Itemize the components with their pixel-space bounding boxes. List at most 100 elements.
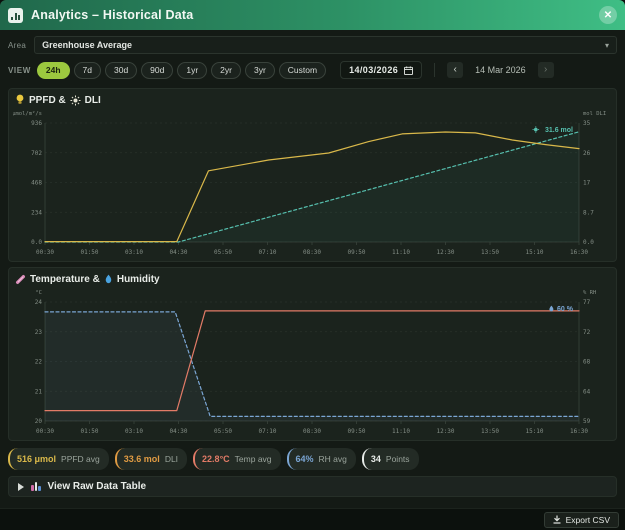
svg-text:16:30: 16:30	[570, 249, 588, 256]
next-day-button[interactable]: ›	[538, 62, 554, 78]
svg-text:08:30: 08:30	[303, 428, 321, 435]
svg-text:60 %: 60 %	[557, 306, 574, 313]
svg-text:68: 68	[583, 359, 591, 366]
svg-text:15:10: 15:10	[525, 249, 543, 256]
svg-text:00:30: 00:30	[36, 249, 54, 256]
temp-humidity-header: Temperature & Humidity	[13, 271, 612, 286]
view-range-24h[interactable]: 24h	[37, 62, 70, 79]
svg-text:09:50: 09:50	[347, 249, 365, 256]
svg-text:°C: °C	[35, 290, 42, 296]
svg-text:936: 936	[31, 120, 42, 127]
stat-value: 64%	[296, 454, 314, 464]
ppfd-dli-header: PPFD & DLI	[13, 92, 612, 107]
svg-text:59: 59	[583, 418, 591, 425]
ppfd-dli-chart: 9363570226468172348.70.00.0μmol/m²/smol …	[13, 107, 612, 259]
stat-dli: 33.6 mol DLI	[115, 448, 187, 470]
chevron-down-icon: ▾	[605, 41, 609, 50]
svg-text:05:50: 05:50	[214, 428, 232, 435]
svg-text:12:30: 12:30	[436, 249, 454, 256]
svg-text:31.6 mol: 31.6 mol	[545, 127, 573, 134]
svg-text:17: 17	[583, 180, 591, 187]
view-range-30d[interactable]: 30d	[105, 62, 137, 79]
svg-text:12:30: 12:30	[436, 428, 454, 435]
svg-text:11:10: 11:10	[392, 428, 410, 435]
modal-content: Area Greenhouse Average ▾ VIEW 24h7d30d9…	[0, 30, 625, 508]
svg-text:03:10: 03:10	[125, 428, 143, 435]
sun-icon	[70, 95, 81, 106]
stat-value: 22.8°C	[202, 454, 230, 464]
stat-value: 516 μmol	[17, 454, 56, 464]
view-controls: VIEW 24h7d30d90d1yr2yr3yrCustom 14/03/20…	[8, 60, 617, 80]
svg-text:26: 26	[583, 150, 591, 157]
svg-text:15:10: 15:10	[525, 428, 543, 435]
bar-chart-icon	[8, 8, 23, 23]
footer-bar: Export CSV	[0, 508, 625, 530]
thermometer-icon	[15, 274, 26, 285]
svg-text:35: 35	[583, 120, 591, 127]
view-raw-data-toggle[interactable]: View Raw Data Table	[8, 476, 617, 497]
stats-row: 516 μmol PPFD avg 33.6 mol DLI 22.8°CTemp av…	[8, 448, 617, 470]
svg-text:16:30: 16:30	[570, 428, 588, 435]
area-label: Area	[8, 41, 26, 50]
calendar-icon	[404, 66, 413, 75]
table-chart-icon	[31, 482, 41, 491]
stat-value: 34	[371, 454, 381, 464]
temp-humidity-chart: 24772372226821642059°C% RH00:3001:5003:1…	[13, 286, 612, 438]
stat-value: 33.6 mol	[124, 454, 160, 464]
prev-day-button[interactable]: ‹	[447, 62, 463, 78]
svg-text:07:10: 07:10	[258, 249, 276, 256]
window-title: Analytics – Historical Data	[31, 8, 193, 22]
svg-text:mol DLI: mol DLI	[583, 111, 606, 117]
svg-text:07:10: 07:10	[258, 428, 276, 435]
svg-text:00:30: 00:30	[36, 428, 54, 435]
temperature-title: Temperature &	[30, 274, 100, 285]
download-icon	[553, 515, 561, 524]
svg-text:20: 20	[35, 418, 43, 425]
ppfd-title: PPFD &	[29, 95, 66, 106]
droplet-icon	[104, 274, 113, 285]
svg-text:01:50: 01:50	[80, 428, 98, 435]
svg-text:05:50: 05:50	[214, 249, 232, 256]
expand-triangle-icon	[18, 483, 24, 491]
svg-text:72: 72	[583, 329, 591, 336]
svg-text:% RH: % RH	[583, 290, 596, 296]
svg-text:8.7: 8.7	[583, 209, 594, 216]
temp-humidity-panel: Temperature & Humidity 24772372226821642…	[8, 267, 617, 441]
svg-text:13:50: 13:50	[481, 249, 499, 256]
stat-temp-avg: 22.8°CTemp avg	[193, 448, 280, 470]
view-range-group: 24h7d30d90d1yr2yr3yrCustom	[37, 62, 326, 79]
svg-text:234: 234	[31, 209, 42, 216]
analytics-modal: Analytics – Historical Data ✕ Area Green…	[0, 0, 625, 530]
date-value: 14/03/2026	[349, 65, 398, 75]
svg-text:13:50: 13:50	[481, 428, 499, 435]
stat-label: DLI	[165, 454, 178, 464]
svg-text:64: 64	[583, 388, 591, 395]
view-range-2yr[interactable]: 2yr	[211, 62, 241, 79]
svg-text:03:10: 03:10	[125, 249, 143, 256]
title-bar: Analytics – Historical Data ✕	[0, 0, 625, 30]
svg-text:24: 24	[35, 299, 43, 306]
svg-text:21: 21	[35, 388, 43, 395]
export-csv-label: Export CSV	[566, 515, 610, 525]
view-range-1yr[interactable]: 1yr	[177, 62, 207, 79]
date-picker-input[interactable]: 14/03/2026	[340, 61, 422, 79]
stat-ppfd-avg: 516 μmol PPFD avg	[8, 448, 109, 470]
stat-label: RH avg	[319, 454, 347, 464]
stat-rh-avg: 64% RH avg	[287, 448, 356, 470]
view-range-3yr[interactable]: 3yr	[245, 62, 275, 79]
export-csv-button[interactable]: Export CSV	[544, 512, 619, 528]
svg-text:09:50: 09:50	[347, 428, 365, 435]
stat-label: PPFD avg	[61, 454, 100, 464]
nav-date-label: 14 Mar 2026	[475, 65, 526, 75]
raw-table-label: View Raw Data Table	[48, 481, 147, 492]
svg-text:01:50: 01:50	[80, 249, 98, 256]
area-select[interactable]: Greenhouse Average ▾	[34, 36, 617, 54]
divider	[434, 63, 435, 77]
svg-text:702: 702	[31, 150, 42, 157]
view-range-90d[interactable]: 90d	[141, 62, 173, 79]
bulb-icon	[15, 94, 25, 106]
svg-text:77: 77	[583, 299, 591, 306]
view-range-custom[interactable]: Custom	[279, 62, 326, 79]
view-range-7d[interactable]: 7d	[74, 62, 101, 79]
close-icon[interactable]: ✕	[599, 6, 617, 24]
